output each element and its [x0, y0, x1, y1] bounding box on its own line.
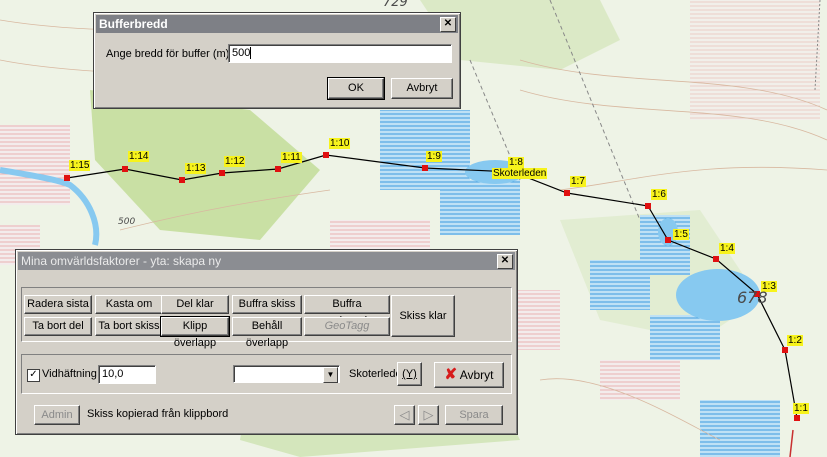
skoterleder-button[interactable]: (Y) — [397, 362, 422, 386]
geotagg-button[interactable]: GeoTagg — [304, 317, 390, 336]
height-label-729: 729 — [383, 0, 408, 10]
vertex-marker[interactable] — [275, 166, 281, 172]
undo-arrow-button[interactable]: ◁ — [394, 405, 415, 425]
kasta-om-button[interactable]: Kasta om — [95, 295, 163, 314]
vertex-marker[interactable] — [64, 175, 70, 181]
admin-button[interactable]: Admin — [34, 405, 80, 425]
red-x-icon: ✘ — [444, 366, 458, 383]
vertex-label: 1:10 — [329, 138, 351, 149]
arrow-left-icon: ◁ — [399, 407, 410, 422]
skiss-klar-button[interactable]: Skiss klar — [391, 295, 455, 337]
vertex-marker[interactable] — [179, 177, 185, 183]
close-icon[interactable]: ✕ — [440, 17, 456, 32]
vertex-label: 1:6 — [651, 189, 667, 200]
window-title-bar[interactable]: Mina omvärldsfaktorer - yta: skapa ny ✕ — [18, 252, 515, 270]
buffra-markerade-button[interactable]: Buffra markerade — [304, 295, 390, 327]
buffer-width-label: Ange bredd för buffer (m): — [106, 48, 233, 60]
ta-bort-skiss-button[interactable]: Ta bort skiss — [95, 317, 163, 336]
vertex-marker[interactable] — [794, 415, 800, 421]
arrow-right-icon: ▷ — [423, 407, 434, 422]
ok-button[interactable]: OK — [327, 77, 385, 100]
vertex-label: 1:13 — [185, 163, 207, 174]
height-label-500: 500 — [118, 217, 136, 227]
cancel-button[interactable]: Avbryt — [391, 78, 453, 99]
avbryt-button[interactable]: ✘ Avbryt — [434, 362, 504, 388]
redo-arrow-button[interactable]: ▷ — [418, 405, 439, 425]
layer-select[interactable]: ▼ — [233, 365, 340, 383]
vertex-marker[interactable] — [323, 152, 329, 158]
vertex-label: 1:9 — [426, 151, 442, 162]
vertex-label: 1:5 — [673, 229, 689, 240]
vertex-marker[interactable] — [122, 166, 128, 172]
behall-overlapp-button[interactable]: Behåll överlapp — [232, 317, 302, 349]
vertex-marker[interactable] — [782, 347, 788, 353]
vertex-marker[interactable] — [564, 190, 570, 196]
dialog-title: Bufferbredd — [99, 17, 168, 31]
window-title: Mina omvärldsfaktorer - yta: skapa ny — [21, 254, 222, 268]
vertex-label: 1:4 — [719, 243, 735, 254]
vertex-label: 1:2 — [787, 335, 803, 346]
vertex-label: 1:11 — [281, 152, 302, 163]
height-label-678: 678 — [737, 288, 768, 307]
vertex-label: 1:1 — [793, 403, 809, 414]
vertex-label: 1:15 — [69, 160, 91, 171]
vertex-label: 1:7 — [570, 176, 586, 187]
close-icon[interactable]: ✕ — [497, 254, 513, 269]
snap-tolerance-input[interactable]: 10,0 — [98, 365, 156, 384]
vertex-marker[interactable] — [713, 256, 719, 262]
del-klar-button[interactable]: Del klar — [161, 295, 229, 314]
snap-label: Vidhäftning — [42, 368, 97, 380]
buffra-skiss-button[interactable]: Buffra skiss — [232, 295, 302, 314]
vertex-label: 1:8 — [508, 157, 524, 168]
dialog-title-bar[interactable]: Bufferbredd ✕ — [96, 15, 458, 33]
vertex-marker[interactable] — [422, 165, 428, 171]
ta-bort-del-button[interactable]: Ta bort del — [24, 317, 92, 336]
buffer-width-input[interactable]: 500 — [228, 44, 452, 63]
vertex-label: 1:12 — [224, 156, 246, 167]
route-name-label: Skoterleden — [492, 168, 548, 179]
klipp-overlapp-button[interactable]: Klipp överlapp — [160, 316, 230, 349]
vertex-label: 1:14 — [128, 151, 150, 162]
buffer-width-dialog: Bufferbredd ✕ Ange bredd för buffer (m):… — [93, 12, 461, 109]
environment-factors-window: Mina omvärldsfaktorer - yta: skapa ny ✕ … — [15, 249, 518, 435]
spara-button[interactable]: Spara — [445, 405, 503, 425]
status-message: Skiss kopierad från klippbord — [87, 408, 229, 420]
chevron-down-icon[interactable]: ▼ — [323, 367, 338, 383]
vertex-marker[interactable] — [645, 203, 651, 209]
vertex-marker[interactable] — [665, 237, 671, 243]
vertex-marker[interactable] — [219, 170, 225, 176]
radera-sista-button[interactable]: Radera sista — [24, 295, 92, 314]
snap-checkbox[interactable]: ✓ — [27, 369, 40, 382]
